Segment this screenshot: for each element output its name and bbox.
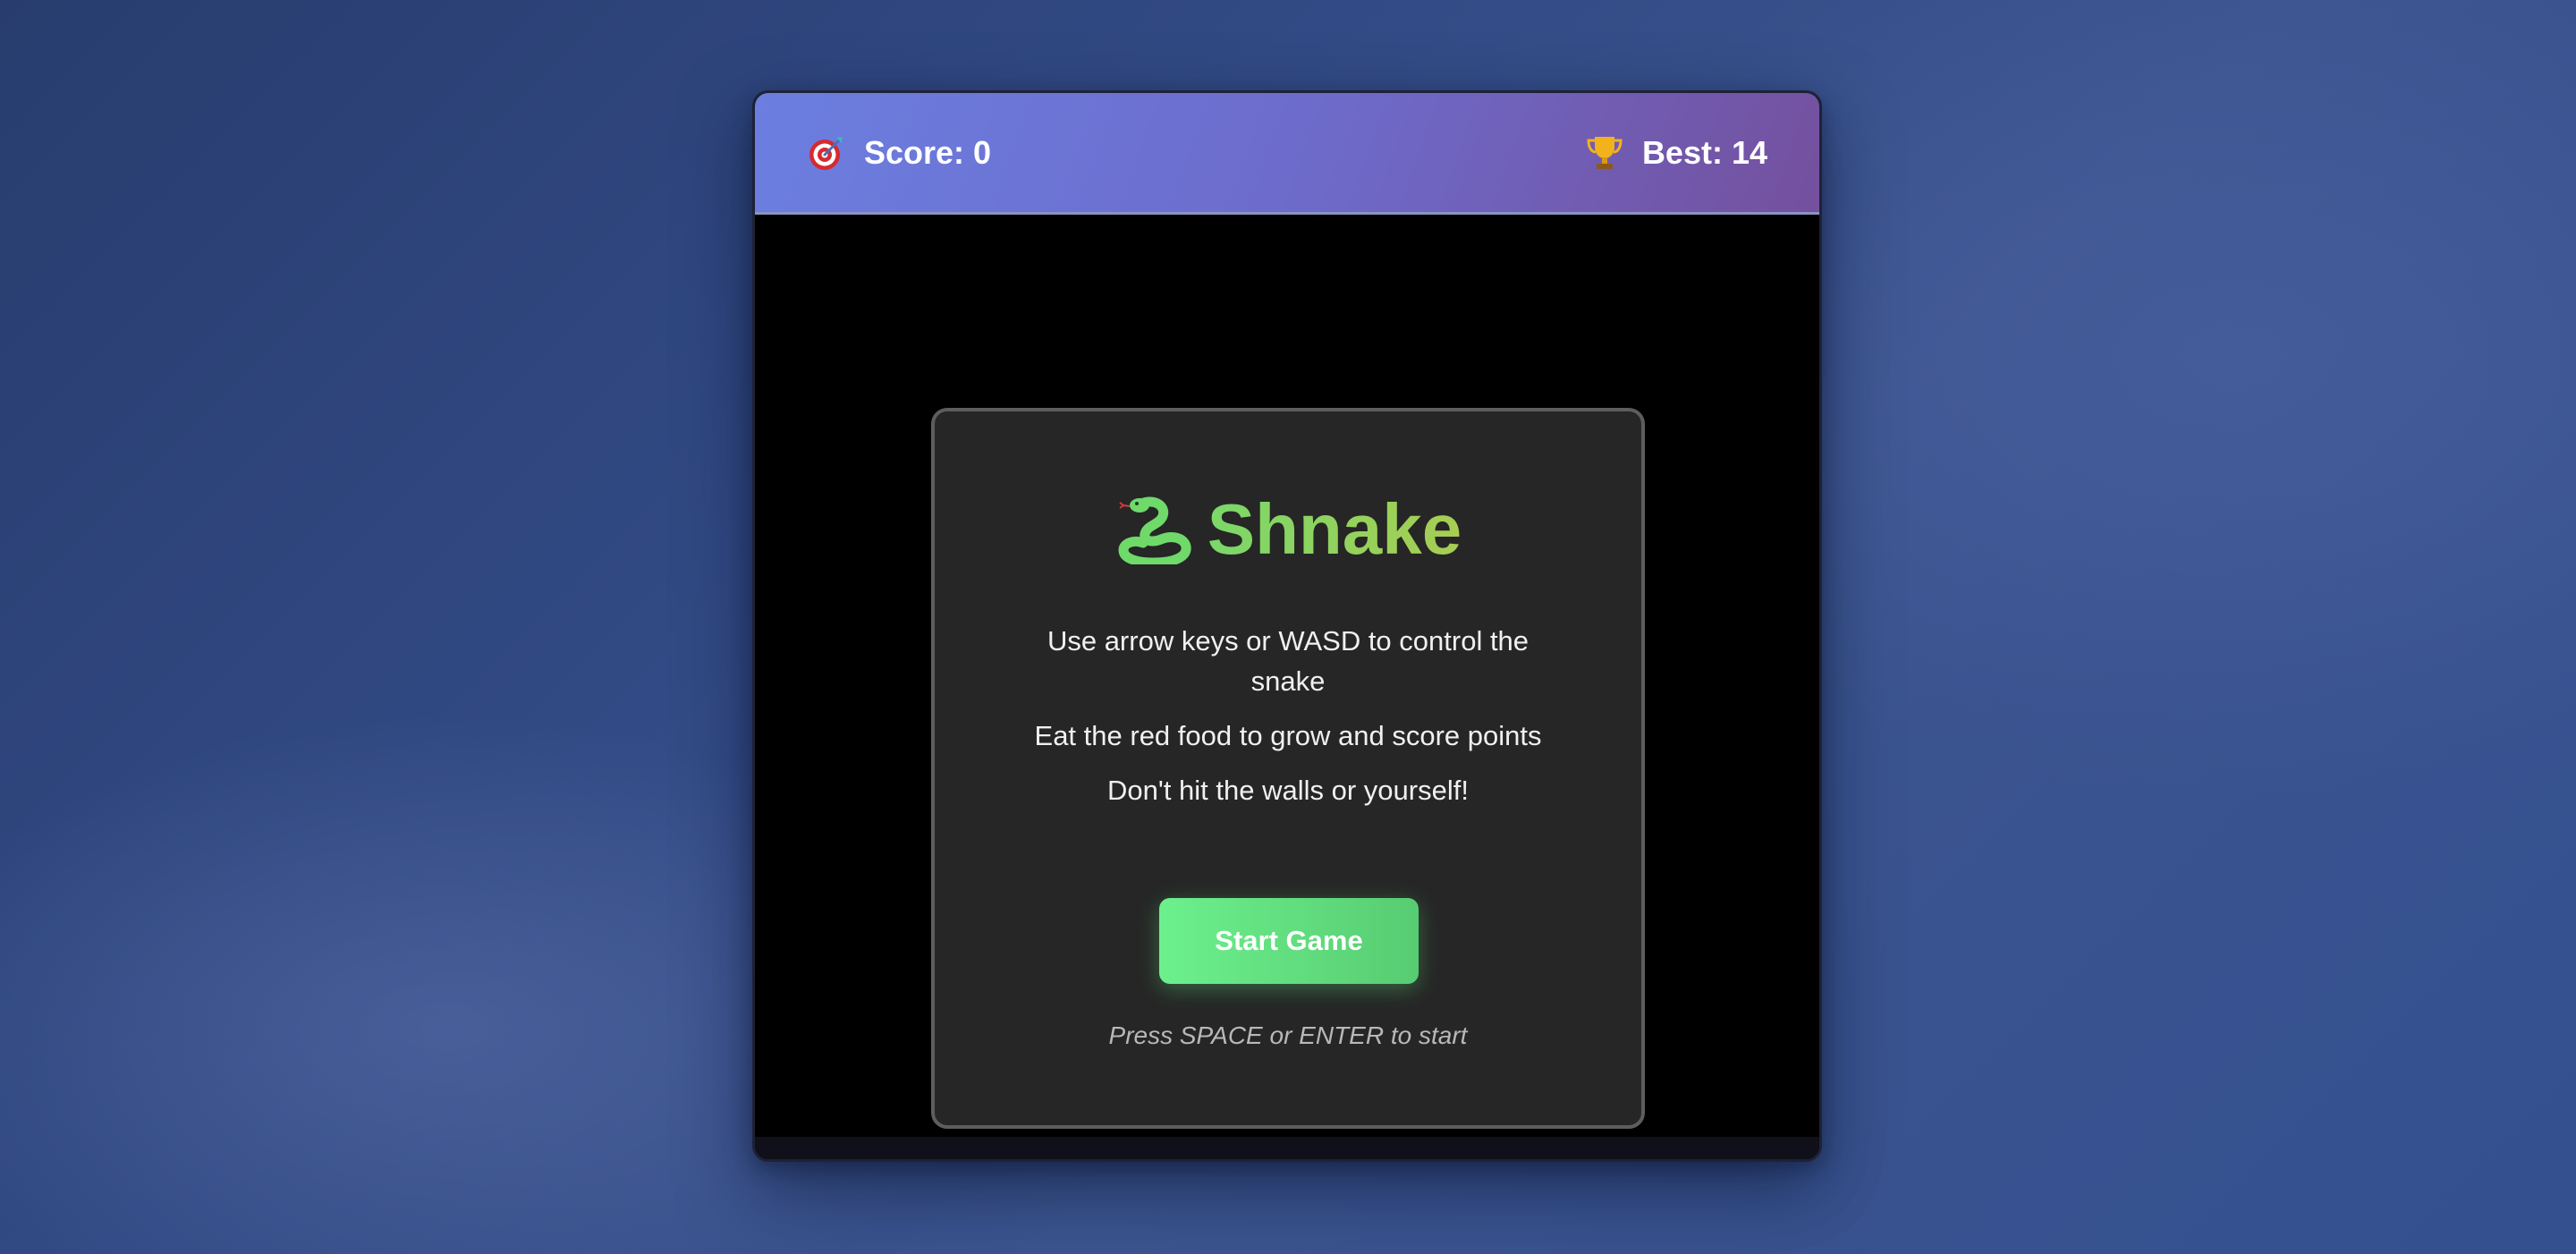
best-score-text: Best: 14 — [1641, 133, 1767, 171]
board-footer — [755, 1137, 1819, 1159]
score-header: Score: 0 Best: 14 — [755, 93, 1819, 215]
game-board[interactable]: Shnake Use arrow keys or WASD to control… — [755, 215, 1819, 1140]
snake-icon — [1114, 495, 1191, 568]
target-icon — [807, 133, 846, 173]
start-screen-panel: Shnake Use arrow keys or WASD to control… — [931, 408, 1645, 1129]
score-text: Score: 0 — [864, 133, 992, 171]
start-game-button[interactable]: Start Game — [1159, 898, 1419, 984]
best-score-display: Best: 14 — [1585, 133, 1767, 173]
instruction-walls: Don't hit the walls or yourself! — [1107, 775, 1469, 806]
instructions: Use arrow keys or WASD to control the sn… — [1015, 621, 1561, 825]
instruction-food: Eat the red food to grow and score point… — [1034, 720, 1542, 751]
instruction-controls: Use arrow keys or WASD to control the sn… — [1046, 625, 1530, 697]
game-window: Score: 0 Best: 14 Shnake Use arrow keys … — [752, 90, 1822, 1162]
title-row: Shnake — [935, 487, 1641, 572]
trophy-icon — [1585, 133, 1624, 173]
game-title: Shnake — [1208, 487, 1462, 572]
start-hint: Press SPACE or ENTER to start — [1108, 1021, 1468, 1049]
score-display: Score: 0 — [807, 133, 991, 173]
